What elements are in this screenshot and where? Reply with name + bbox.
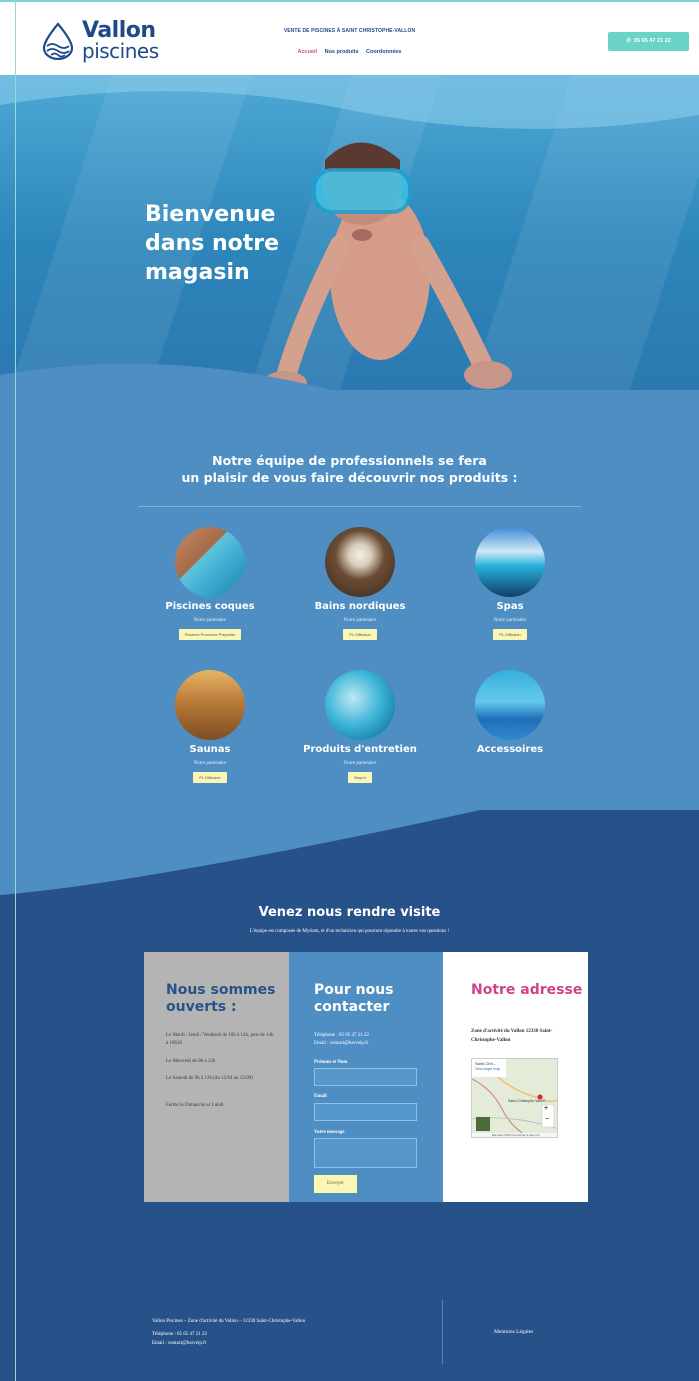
contact-email[interactable]: Email : contact@barveip.fr: [314, 1040, 434, 1047]
wave-top: [0, 390, 699, 450]
visit-section: Venez nous rendre visite L'équipe est co…: [0, 880, 699, 1240]
embedded-map[interactable]: Saint-Chri... View larger map Saint-Chri…: [471, 1058, 558, 1138]
footer-phone: Téléphone : 05 65 47 21 22: [152, 1332, 207, 1337]
hours-panel: Nous sommes ouverts : Le Mardi / Jeudi /…: [144, 952, 289, 1202]
spa-image: [475, 527, 545, 597]
site-header: Vallon piscines VENTE DE PISCINES À SAIN…: [0, 0, 699, 75]
partner-badge[interactable]: Piscines Provence Polyester: [178, 629, 242, 640]
address-panel: Notre adresse Zone d'activité du Vallon …: [443, 952, 588, 1202]
hours-line: Fermé le Dimanche et Lundi: [166, 1103, 224, 1108]
main-nav: Accueil Nos produits Coordonnées: [0, 49, 699, 55]
partner-label: Notre partenaire: [343, 761, 377, 766]
partner-label: Notre partenaire: [493, 618, 527, 623]
message-label: Votre message: [314, 1130, 345, 1135]
footer-divider: [442, 1300, 443, 1364]
zoom-out-icon[interactable]: −: [545, 1116, 549, 1123]
contact-title: Pour nous contacter: [314, 982, 394, 1015]
phone-icon: ✆: [626, 38, 631, 44]
product-card[interactable]: Piscines coques Notre partenaire Piscine…: [140, 527, 280, 641]
section-divider: [138, 506, 581, 507]
partner-label: Notre partenaire: [193, 761, 227, 766]
visit-title: Venez nous rendre visite: [258, 905, 441, 920]
logo[interactable]: Vallon piscines: [40, 18, 165, 64]
nav-item-produits[interactable]: Nos produits: [325, 49, 359, 55]
nav-item-coordonnees[interactable]: Coordonnées: [366, 49, 401, 55]
piscine-image: [175, 527, 245, 597]
partner-badge[interactable]: PL Diffusion: [343, 629, 377, 640]
visit-subtitle: L'équipe est composée de Myriam, et d'un…: [249, 929, 450, 934]
nav-item-accueil[interactable]: Accueil: [297, 49, 317, 55]
accessoires-image: [475, 670, 545, 740]
contact-phone: Téléphone : 05 65 47 21 22: [314, 1033, 369, 1038]
product-name: Saunas: [189, 744, 231, 755]
hours-line: Le Mercredi de 9h à 12h: [166, 1059, 216, 1064]
partner-badge[interactable]: Bayrol: [348, 772, 372, 783]
footer-address: Vallon Piscines – Zone d'activité du Val…: [152, 1319, 306, 1324]
hours-line: Le Samedi de 9h à 12h (du 15/04 au 15/09…: [166, 1076, 253, 1081]
partner-badge[interactable]: PL Diffusion: [193, 772, 227, 783]
page-border: [15, 0, 16, 1381]
products-title-line2: un plaisir de vous faire découvrir nos p…: [181, 470, 518, 485]
contact-panel: Pour nous contacter Téléphone : 05 65 47…: [289, 952, 443, 1202]
email-field[interactable]: [314, 1103, 417, 1121]
products-title: Notre équipe de professionnels se fera u…: [0, 452, 699, 486]
address-text: Zone d'activité du Vallon 12330 Saint-Ch…: [471, 1029, 553, 1043]
legal-link[interactable]: Mentions Légales: [494, 1329, 533, 1335]
phone-button-label: 05 65 47 21 22: [633, 38, 671, 44]
product-name: Spas: [496, 601, 524, 612]
phone-button[interactable]: ✆ 05 65 47 21 22: [608, 32, 689, 51]
product-name: Accessoires: [476, 744, 544, 755]
site-footer: Vallon Piscines – Zone d'activité du Val…: [0, 1300, 699, 1381]
map-place-label: Saint-Chri...: [475, 1061, 497, 1066]
hero-banner: Bienvenue dans notre magasin: [0, 75, 699, 435]
hours-line: Le Mardi / Jeudi / Vendredi de 10h à 12h…: [166, 1033, 274, 1046]
product-name: Piscines coques: [165, 601, 255, 612]
product-card[interactable]: Accessoires: [440, 670, 580, 755]
swimmer-image: [0, 75, 699, 435]
product-card[interactable]: Spas Notre partenaire PL Diffusion: [440, 527, 580, 641]
map-footer: Map data ©2023 Terms Report a map error: [492, 1134, 540, 1137]
bain-nordique-image: [325, 527, 395, 597]
name-field[interactable]: [314, 1068, 417, 1086]
product-card[interactable]: Saunas Notre partenaire PL Diffusion: [140, 670, 280, 784]
product-name: Bains nordiques: [314, 601, 406, 612]
header-tagline: VENTE DE PISCINES À SAINT CHRISTOPHE-VAL…: [283, 28, 416, 34]
email-label: Email: [314, 1094, 327, 1099]
sauna-image: [175, 670, 245, 740]
product-card[interactable]: Produits d'entretien Notre partenaire Ba…: [290, 670, 430, 784]
products-title-line1: Notre équipe de professionnels se fera: [212, 453, 487, 468]
partner-badge[interactable]: PL Diffusion: [493, 629, 527, 640]
products-section: Notre équipe de professionnels se fera u…: [0, 390, 699, 810]
message-field[interactable]: [314, 1138, 417, 1168]
hours-title: Nous sommes ouverts :: [166, 982, 276, 1015]
entretien-image: [325, 670, 395, 740]
send-button[interactable]: Envoyer: [314, 1175, 357, 1193]
address-title: Notre adresse: [471, 982, 583, 998]
zoom-in-icon[interactable]: +: [544, 1105, 548, 1112]
product-name: Produits d'entretien: [303, 744, 417, 755]
product-card[interactable]: Bains nordiques Notre partenaire PL Diff…: [290, 527, 430, 641]
partner-label: Notre partenaire: [193, 618, 227, 623]
map-larger-link[interactable]: View larger map: [475, 1067, 500, 1071]
map-town-label: Saint-Christophe-Vallon: [508, 1099, 545, 1103]
partner-label: Notre partenaire: [343, 618, 377, 623]
footer-email[interactable]: Email : contact@barveip.fr: [152, 1341, 206, 1346]
page: Vallon piscines VENTE DE PISCINES À SAIN…: [0, 0, 699, 1381]
hero-title: Bienvenue dans notre magasin: [145, 202, 280, 285]
name-label: Prénom et Nom: [314, 1060, 348, 1065]
